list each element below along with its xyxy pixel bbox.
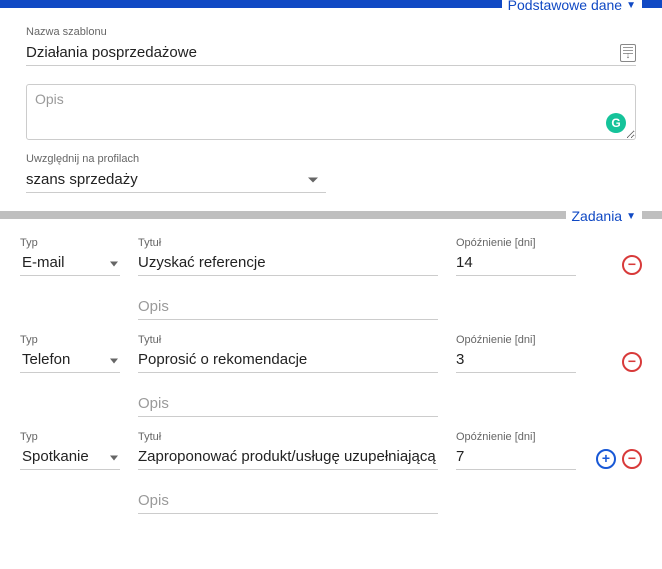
task-description-input[interactable] [138,488,438,514]
basic-data-title: Podstawowe dane [508,0,622,13]
title-label: Tytuł [138,431,438,443]
task-type-select[interactable] [20,444,120,470]
type-label: Typ [20,237,120,249]
grammarly-icon[interactable]: G [606,113,626,133]
save-template-icon[interactable]: ↓ [620,44,636,62]
task-row: Typ Tytuł Opóźnienie [dni] − [20,237,642,320]
delay-label: Opóźnienie [dni] [456,431,576,443]
basic-data-toggle[interactable]: Podstawowe dane ▼ [502,0,642,13]
add-task-button[interactable]: + [596,449,616,469]
task-description-input[interactable] [138,294,438,320]
template-name-input[interactable] [26,40,636,66]
task-title-input[interactable] [138,250,438,276]
title-label: Tytuł [138,334,438,346]
task-type-select[interactable] [20,347,120,373]
task-row: Typ Tytuł Opóźnienie [dni] + − [20,431,642,514]
delay-label: Opóźnienie [dni] [456,237,576,249]
minus-icon: − [628,354,636,368]
profiles-label: Uwzględnij na profilach [26,153,636,165]
chevron-down-icon: ▼ [626,0,636,11]
delay-label: Opóźnienie [dni] [456,334,576,346]
tasks-title: Zadania [572,208,623,224]
tasks-header-bar: Zadania ▼ [0,211,662,219]
task-type-select[interactable] [20,250,120,276]
profiles-select[interactable] [26,167,326,193]
remove-task-button[interactable]: − [622,352,642,372]
type-label: Typ [20,431,120,443]
task-description-input[interactable] [138,391,438,417]
template-name-label: Nazwa szablonu [26,26,636,38]
plus-icon: + [602,451,610,465]
minus-icon: − [628,451,636,465]
title-label: Tytuł [138,237,438,249]
task-delay-input[interactable] [456,347,576,373]
tasks-toggle[interactable]: Zadania ▼ [566,208,643,224]
basic-data-form: Nazwa szablonu ↓ G Uwzględnij na profila… [0,8,662,211]
task-delay-input[interactable] [456,444,576,470]
remove-task-button[interactable]: − [622,255,642,275]
task-title-input[interactable] [138,444,438,470]
chevron-down-icon: ▼ [626,211,636,222]
remove-task-button[interactable]: − [622,449,642,469]
tasks-form: Typ Tytuł Opóźnienie [dni] − Typ [0,219,662,524]
type-label: Typ [20,334,120,346]
task-delay-input[interactable] [456,250,576,276]
description-textarea[interactable] [26,84,636,140]
task-row: Typ Tytuł Opóźnienie [dni] − [20,334,642,417]
minus-icon: − [628,257,636,271]
task-title-input[interactable] [138,347,438,373]
basic-data-header-bar: Podstawowe dane ▼ [0,0,662,8]
